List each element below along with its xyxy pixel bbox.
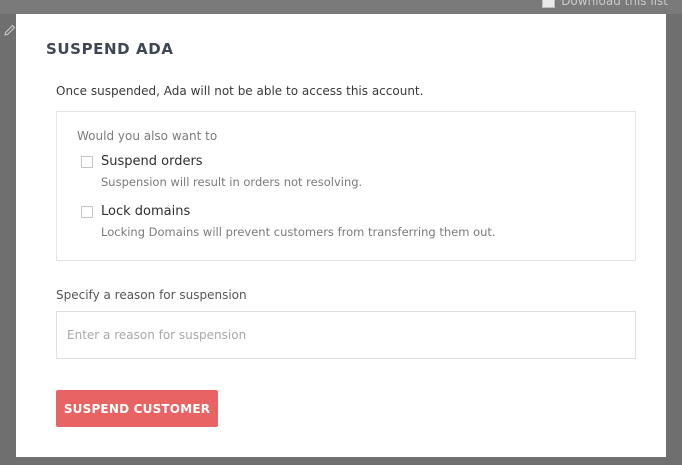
lock-domains-checkbox[interactable] [81,206,93,218]
download-list-checkbox [542,0,556,8]
options-panel: Would you also want to Suspend orders Su… [56,111,636,261]
lock-domains-label: Lock domains [101,204,191,219]
pencil-icon [4,24,16,36]
reason-input[interactable] [56,311,636,359]
option-suspend-orders[interactable]: Suspend orders Suspension will result in… [81,154,601,194]
suspend-modal: SUSPEND ADA Once suspended, Ada will not… [16,14,666,457]
suspend-customer-button[interactable]: SUSPEND CUSTOMER [56,390,218,427]
modal-description: Once suspended, Ada will not be able to … [56,84,424,98]
modal-title: SUSPEND ADA [46,40,174,58]
reason-label: Specify a reason for suspension [56,288,247,302]
download-list-label: Download this list [561,0,668,8]
options-prompt: Would you also want to [77,129,218,143]
lock-domains-help: Locking Domains will prevent customers f… [101,225,496,239]
option-lock-domains[interactable]: Lock domains Locking Domains will preven… [81,204,601,244]
suspend-orders-checkbox[interactable] [81,156,93,168]
suspend-orders-help: Suspension will result in orders not res… [101,175,363,189]
suspend-orders-label: Suspend orders [101,154,203,169]
download-list-control: Download this list [542,0,668,8]
